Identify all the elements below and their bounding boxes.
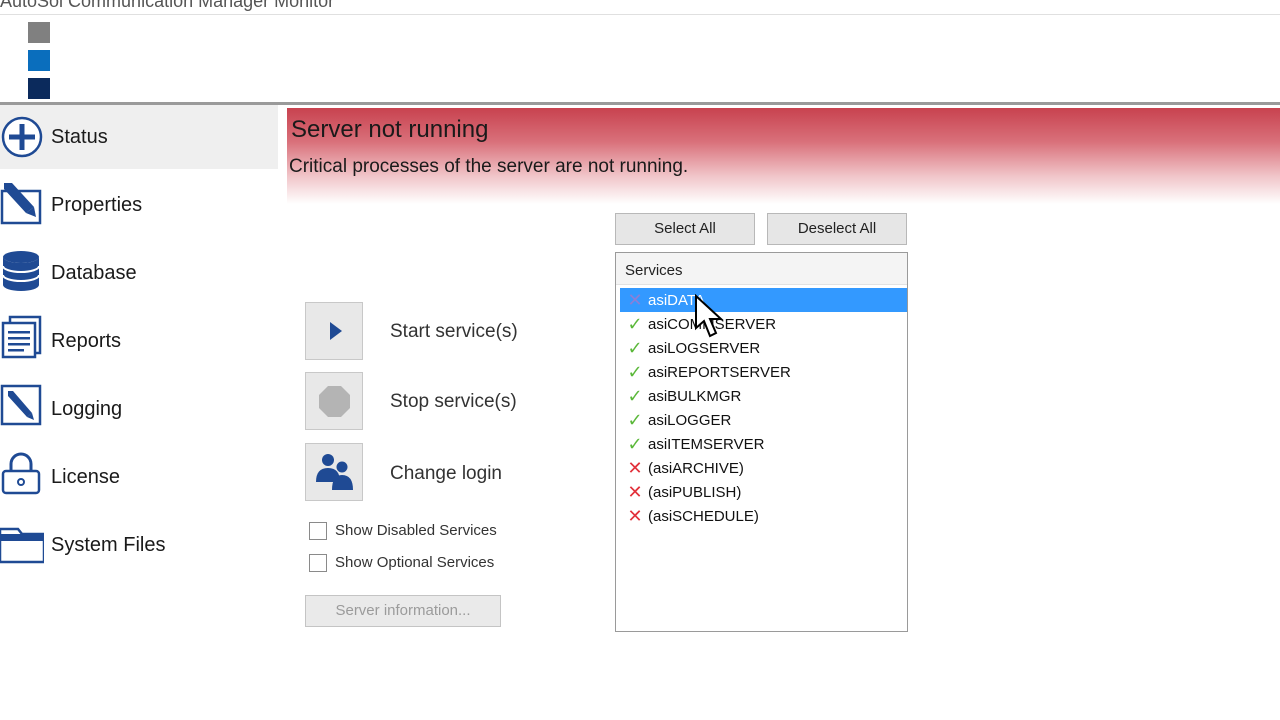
app-logo	[28, 22, 52, 100]
stop-service-button[interactable]	[305, 372, 363, 430]
start-service-button[interactable]	[305, 302, 363, 360]
services-list[interactable]: Services ✕ asiDATA ✓ asiCOMMSERVER ✓ asi…	[615, 252, 908, 632]
logo-square-gray	[28, 22, 50, 43]
service-name: (asiSCHEDULE)	[648, 508, 759, 525]
service-name: asiDATA	[648, 292, 705, 309]
plus-circle-icon	[1, 116, 43, 158]
database-icon	[2, 251, 40, 291]
sidebar-item-reports[interactable]: Reports	[0, 309, 278, 373]
services-header-label: Services	[625, 262, 683, 279]
server-information-button[interactable]: Server information...	[305, 595, 501, 627]
status-running-icon: ✓	[627, 314, 643, 334]
sidebar-item-license[interactable]: License	[0, 445, 278, 509]
sidebar-item-label: Reports	[51, 330, 122, 352]
service-row-asiitemserver[interactable]: ✓ asiITEMSERVER	[620, 432, 907, 456]
sidebar: Status Properties Database Reports Loggi…	[0, 105, 278, 720]
folder-icon	[0, 527, 44, 564]
status-message: Critical processes of the server are not…	[289, 156, 689, 177]
sidebar-item-label: System Files	[51, 534, 166, 556]
status-title: Server not running	[291, 116, 489, 143]
status-running-icon: ✓	[627, 410, 643, 430]
title-bar-divider	[0, 14, 1280, 15]
sidebar-item-label: Logging	[51, 398, 123, 420]
logo-square-navy	[28, 78, 50, 99]
show-optional-label: Show Optional Services	[335, 554, 495, 571]
pencil-edit-icon	[0, 183, 42, 225]
users-icon	[316, 454, 353, 490]
service-name: (asiARCHIVE)	[648, 460, 744, 477]
service-name: asiBULKMGR	[648, 388, 742, 405]
sidebar-item-status[interactable]: Status	[0, 105, 278, 169]
show-disabled-checkbox[interactable]	[309, 522, 327, 540]
status-running-icon: ✓	[627, 434, 643, 454]
play-icon	[330, 322, 342, 340]
change-login-label: Change login	[390, 463, 502, 484]
window-title: AutoSol Communication Manager Monitor	[0, 0, 335, 11]
show-disabled-label: Show Disabled Services	[335, 522, 497, 539]
service-row-asilogserver[interactable]: ✓ asiLOGSERVER	[620, 336, 907, 360]
stop-octagon-icon	[319, 386, 350, 417]
service-name: asiREPORTSERVER	[648, 364, 791, 381]
sidebar-item-label: Database	[51, 262, 137, 284]
service-name: asiCOMMSERVER	[648, 316, 777, 333]
sidebar-item-properties[interactable]: Properties	[0, 173, 278, 237]
status-stopped-icon: ✕	[627, 482, 643, 502]
status-stopped-icon: ✕	[627, 458, 643, 478]
deselect-all-button[interactable]: Deselect All	[767, 213, 907, 245]
status-running-icon: ✓	[627, 338, 643, 358]
select-all-button[interactable]: Select All	[615, 213, 755, 245]
sidebar-item-database[interactable]: Database	[0, 241, 278, 305]
sidebar-item-label: License	[51, 466, 120, 488]
service-row-asidata[interactable]: ✕ asiDATA	[620, 288, 907, 312]
status-stopped-icon: ✕	[627, 506, 643, 526]
start-service-label: Start service(s)	[390, 321, 518, 342]
service-row-asiarchive[interactable]: ✕ (asiARCHIVE)	[620, 456, 907, 480]
sidebar-item-logging[interactable]: Logging	[0, 377, 278, 441]
sidebar-item-label: Status	[51, 126, 108, 148]
service-name: asiITEMSERVER	[648, 436, 765, 453]
report-document-icon	[1, 315, 42, 359]
status-running-icon: ✓	[627, 362, 643, 382]
log-pen-icon	[0, 384, 42, 426]
stop-service-label: Stop service(s)	[390, 391, 517, 412]
service-row-asischedule[interactable]: ✕ (asiSCHEDULE)	[620, 504, 907, 528]
service-name: asiLOGGER	[648, 412, 732, 429]
service-name: asiLOGSERVER	[648, 340, 761, 357]
show-optional-checkbox[interactable]	[309, 554, 327, 572]
status-running-icon: ✓	[627, 386, 643, 406]
status-stopped-icon: ✕	[627, 290, 643, 310]
change-login-button[interactable]	[305, 443, 363, 501]
service-name: (asiPUBLISH)	[648, 484, 742, 501]
title-bar: AutoSol Communication Manager Monitor	[0, 0, 1280, 15]
service-row-asicommserver[interactable]: ✓ asiCOMMSERVER	[620, 312, 907, 336]
sidebar-item-label: Properties	[51, 194, 143, 216]
service-row-asibulkmgr[interactable]: ✓ asiBULKMGR	[620, 384, 907, 408]
padlock-icon	[1, 452, 41, 495]
service-row-asipublish[interactable]: ✕ (asiPUBLISH)	[620, 480, 907, 504]
service-row-asireportserver[interactable]: ✓ asiREPORTSERVER	[620, 360, 907, 384]
status-banner: Server not running Critical processes of…	[287, 108, 1280, 204]
services-list-header: Services	[616, 253, 907, 285]
sidebar-item-system-files[interactable]: System Files	[0, 513, 278, 577]
logo-square-blue	[28, 50, 50, 71]
service-row-asilogger[interactable]: ✓ asiLOGGER	[620, 408, 907, 432]
